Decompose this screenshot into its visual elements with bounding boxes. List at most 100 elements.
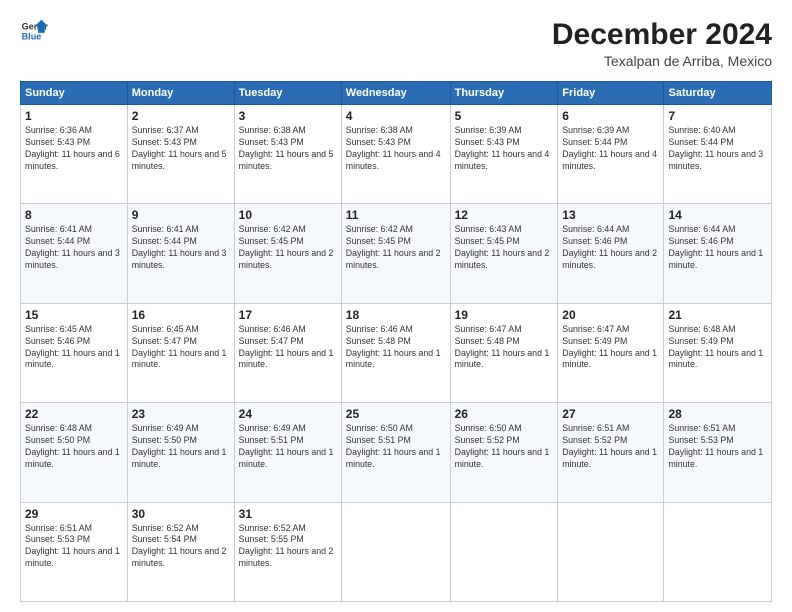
- calendar-day-cell: [341, 502, 450, 601]
- dow-header-cell: Saturday: [664, 82, 772, 105]
- day-number: 22: [25, 407, 123, 421]
- calendar-day-cell: [450, 502, 558, 601]
- calendar-day-cell: 10 Sunrise: 6:42 AMSunset: 5:45 PMDaylig…: [234, 204, 341, 303]
- calendar-day-cell: 28 Sunrise: 6:51 AMSunset: 5:53 PMDaylig…: [664, 403, 772, 502]
- day-number: 17: [239, 308, 337, 322]
- day-info: Sunrise: 6:45 AMSunset: 5:47 PMDaylight:…: [132, 324, 227, 370]
- calendar-week-row: 15 Sunrise: 6:45 AMSunset: 5:46 PMDaylig…: [21, 303, 772, 402]
- day-number: 23: [132, 407, 230, 421]
- calendar-day-cell: [558, 502, 664, 601]
- day-info: Sunrise: 6:51 AMSunset: 5:52 PMDaylight:…: [562, 423, 657, 469]
- calendar-day-cell: 3 Sunrise: 6:38 AMSunset: 5:43 PMDayligh…: [234, 105, 341, 204]
- sub-title: Texalpan de Arriba, Mexico: [552, 53, 772, 69]
- calendar-day-cell: 16 Sunrise: 6:45 AMSunset: 5:47 PMDaylig…: [127, 303, 234, 402]
- day-info: Sunrise: 6:44 AMSunset: 5:46 PMDaylight:…: [562, 224, 657, 270]
- calendar-day-cell: 13 Sunrise: 6:44 AMSunset: 5:46 PMDaylig…: [558, 204, 664, 303]
- day-info: Sunrise: 6:39 AMSunset: 5:44 PMDaylight:…: [562, 125, 657, 171]
- dow-header-cell: Wednesday: [341, 82, 450, 105]
- day-number: 6: [562, 109, 659, 123]
- day-number: 3: [239, 109, 337, 123]
- day-info: Sunrise: 6:39 AMSunset: 5:43 PMDaylight:…: [455, 125, 550, 171]
- day-info: Sunrise: 6:49 AMSunset: 5:51 PMDaylight:…: [239, 423, 334, 469]
- page: General Blue December 2024 Texalpan de A…: [0, 0, 792, 612]
- calendar-day-cell: 2 Sunrise: 6:37 AMSunset: 5:43 PMDayligh…: [127, 105, 234, 204]
- calendar-day-cell: 21 Sunrise: 6:48 AMSunset: 5:49 PMDaylig…: [664, 303, 772, 402]
- day-number: 26: [455, 407, 554, 421]
- calendar-day-cell: 5 Sunrise: 6:39 AMSunset: 5:43 PMDayligh…: [450, 105, 558, 204]
- calendar-week-row: 1 Sunrise: 6:36 AMSunset: 5:43 PMDayligh…: [21, 105, 772, 204]
- calendar-day-cell: 26 Sunrise: 6:50 AMSunset: 5:52 PMDaylig…: [450, 403, 558, 502]
- day-info: Sunrise: 6:42 AMSunset: 5:45 PMDaylight:…: [346, 224, 441, 270]
- calendar-day-cell: 9 Sunrise: 6:41 AMSunset: 5:44 PMDayligh…: [127, 204, 234, 303]
- day-info: Sunrise: 6:51 AMSunset: 5:53 PMDaylight:…: [25, 523, 120, 569]
- day-info: Sunrise: 6:41 AMSunset: 5:44 PMDaylight:…: [25, 224, 120, 270]
- day-info: Sunrise: 6:42 AMSunset: 5:45 PMDaylight:…: [239, 224, 334, 270]
- calendar-day-cell: 25 Sunrise: 6:50 AMSunset: 5:51 PMDaylig…: [341, 403, 450, 502]
- day-info: Sunrise: 6:37 AMSunset: 5:43 PMDaylight:…: [132, 125, 227, 171]
- day-info: Sunrise: 6:50 AMSunset: 5:51 PMDaylight:…: [346, 423, 441, 469]
- day-info: Sunrise: 6:52 AMSunset: 5:54 PMDaylight:…: [132, 523, 227, 569]
- day-number: 15: [25, 308, 123, 322]
- day-info: Sunrise: 6:48 AMSunset: 5:50 PMDaylight:…: [25, 423, 120, 469]
- calendar-day-cell: 27 Sunrise: 6:51 AMSunset: 5:52 PMDaylig…: [558, 403, 664, 502]
- calendar-day-cell: 23 Sunrise: 6:49 AMSunset: 5:50 PMDaylig…: [127, 403, 234, 502]
- day-number: 11: [346, 208, 446, 222]
- day-number: 10: [239, 208, 337, 222]
- day-info: Sunrise: 6:38 AMSunset: 5:43 PMDaylight:…: [346, 125, 441, 171]
- day-number: 29: [25, 507, 123, 521]
- day-info: Sunrise: 6:46 AMSunset: 5:47 PMDaylight:…: [239, 324, 334, 370]
- day-number: 24: [239, 407, 337, 421]
- day-number: 13: [562, 208, 659, 222]
- calendar-week-row: 22 Sunrise: 6:48 AMSunset: 5:50 PMDaylig…: [21, 403, 772, 502]
- day-number: 2: [132, 109, 230, 123]
- dow-header-cell: Sunday: [21, 82, 128, 105]
- calendar-day-cell: 12 Sunrise: 6:43 AMSunset: 5:45 PMDaylig…: [450, 204, 558, 303]
- day-info: Sunrise: 6:46 AMSunset: 5:48 PMDaylight:…: [346, 324, 441, 370]
- day-info: Sunrise: 6:45 AMSunset: 5:46 PMDaylight:…: [25, 324, 120, 370]
- day-number: 19: [455, 308, 554, 322]
- day-info: Sunrise: 6:49 AMSunset: 5:50 PMDaylight:…: [132, 423, 227, 469]
- calendar-day-cell: 1 Sunrise: 6:36 AMSunset: 5:43 PMDayligh…: [21, 105, 128, 204]
- day-info: Sunrise: 6:43 AMSunset: 5:45 PMDaylight:…: [455, 224, 550, 270]
- day-number: 20: [562, 308, 659, 322]
- day-number: 21: [668, 308, 767, 322]
- calendar-day-cell: 30 Sunrise: 6:52 AMSunset: 5:54 PMDaylig…: [127, 502, 234, 601]
- calendar-day-cell: 31 Sunrise: 6:52 AMSunset: 5:55 PMDaylig…: [234, 502, 341, 601]
- calendar-day-cell: 20 Sunrise: 6:47 AMSunset: 5:49 PMDaylig…: [558, 303, 664, 402]
- day-number: 25: [346, 407, 446, 421]
- day-number: 12: [455, 208, 554, 222]
- day-number: 5: [455, 109, 554, 123]
- calendar-day-cell: 15 Sunrise: 6:45 AMSunset: 5:46 PMDaylig…: [21, 303, 128, 402]
- dow-header-cell: Monday: [127, 82, 234, 105]
- day-number: 16: [132, 308, 230, 322]
- day-number: 1: [25, 109, 123, 123]
- day-info: Sunrise: 6:48 AMSunset: 5:49 PMDaylight:…: [668, 324, 763, 370]
- day-number: 30: [132, 507, 230, 521]
- calendar-table: SundayMondayTuesdayWednesdayThursdayFrid…: [20, 81, 772, 602]
- logo: General Blue: [20, 18, 48, 46]
- dow-header-cell: Friday: [558, 82, 664, 105]
- dow-header-cell: Thursday: [450, 82, 558, 105]
- calendar-day-cell: 6 Sunrise: 6:39 AMSunset: 5:44 PMDayligh…: [558, 105, 664, 204]
- day-info: Sunrise: 6:50 AMSunset: 5:52 PMDaylight:…: [455, 423, 550, 469]
- day-number: 9: [132, 208, 230, 222]
- calendar-day-cell: 14 Sunrise: 6:44 AMSunset: 5:46 PMDaylig…: [664, 204, 772, 303]
- day-number: 28: [668, 407, 767, 421]
- day-info: Sunrise: 6:41 AMSunset: 5:44 PMDaylight:…: [132, 224, 227, 270]
- title-block: December 2024 Texalpan de Arriba, Mexico: [552, 18, 772, 69]
- calendar-day-cell: 22 Sunrise: 6:48 AMSunset: 5:50 PMDaylig…: [21, 403, 128, 502]
- calendar-day-cell: 19 Sunrise: 6:47 AMSunset: 5:48 PMDaylig…: [450, 303, 558, 402]
- day-number: 7: [668, 109, 767, 123]
- day-info: Sunrise: 6:44 AMSunset: 5:46 PMDaylight:…: [668, 224, 763, 270]
- calendar-day-cell: 17 Sunrise: 6:46 AMSunset: 5:47 PMDaylig…: [234, 303, 341, 402]
- day-number: 4: [346, 109, 446, 123]
- day-number: 8: [25, 208, 123, 222]
- day-info: Sunrise: 6:51 AMSunset: 5:53 PMDaylight:…: [668, 423, 763, 469]
- day-number: 18: [346, 308, 446, 322]
- day-info: Sunrise: 6:47 AMSunset: 5:49 PMDaylight:…: [562, 324, 657, 370]
- calendar-header-row: SundayMondayTuesdayWednesdayThursdayFrid…: [21, 82, 772, 105]
- header: General Blue December 2024 Texalpan de A…: [20, 18, 772, 69]
- day-number: 31: [239, 507, 337, 521]
- day-info: Sunrise: 6:38 AMSunset: 5:43 PMDaylight:…: [239, 125, 334, 171]
- calendar-day-cell: 29 Sunrise: 6:51 AMSunset: 5:53 PMDaylig…: [21, 502, 128, 601]
